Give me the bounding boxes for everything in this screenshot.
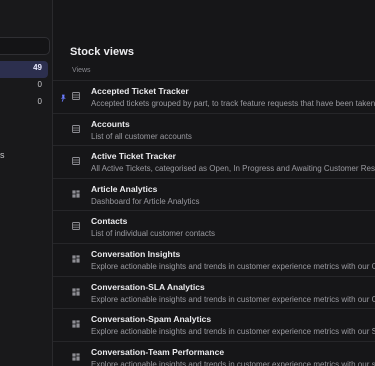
view-row[interactable]: Conversation-Team Performance Explore act… [53, 340, 375, 366]
view-row[interactable]: Conversation-Spam Analytics Explore actio… [53, 308, 375, 341]
view-row[interactable]: Active Ticket Tracker All Active Tickets,… [53, 145, 375, 178]
sidebar-item-active[interactable]: 49 [0, 61, 48, 78]
dashboard-icon [72, 283, 80, 296]
sidebar-item[interactable]: 0 [0, 95, 48, 112]
view-row[interactable]: Contacts List of individual customer cont… [53, 210, 375, 243]
view-row-description: Explore actionable insights and trends i… [91, 294, 375, 304]
sidebar-item[interactable]: 0 [0, 78, 48, 95]
sidebar-item-count: 49 [33, 63, 42, 72]
view-row-description: Dashboard for Article Analytics [91, 196, 200, 206]
table-icon [72, 120, 80, 133]
view-row-description: Explore actionable insights and trends i… [91, 327, 375, 337]
sidebar: 49 0 0 s [0, 0, 53, 366]
views-list: Accepted Ticket Tracker Accepted tickets … [53, 80, 375, 366]
dashboard-icon [72, 315, 80, 328]
view-row-title: Article Analytics [91, 183, 158, 194]
view-row[interactable]: Accounts List of all customer accounts [53, 112, 375, 146]
view-row-title: Conversation-SLA Analytics [91, 281, 205, 292]
app-root: 49 0 0 s Stock views Views Accepted Tick… [0, 0, 375, 366]
table-icon [72, 217, 80, 231]
view-row-title: Conversation Insights [91, 248, 181, 259]
view-row-title: Conversation-Team Performance [91, 346, 225, 357]
view-row-description: Explore actionable insights and trends i… [91, 359, 375, 366]
pin-icon[interactable] [59, 89, 67, 102]
view-row-title: Contacts [91, 216, 128, 227]
page-title: Stock views [70, 46, 135, 58]
section-label: Views [72, 67, 91, 74]
table-icon [72, 152, 80, 166]
view-row-title: Accepted Ticket Tracker [91, 86, 189, 96]
sidebar-item-label[interactable]: s [0, 150, 5, 160]
sidebar-item-count: 0 [37, 97, 42, 106]
dashboard-icon [72, 185, 80, 198]
view-row-title: Conversation-Spam Analytics [91, 314, 212, 325]
view-row-title: Accounts [91, 118, 130, 129]
dashboard-icon [72, 250, 80, 263]
view-row[interactable]: Conversation-SLA Analytics Explore action… [53, 275, 375, 309]
view-row[interactable]: Accepted Ticket Tracker Accepted tickets … [53, 80, 375, 113]
view-row[interactable]: Conversation Insights Explore actionable … [53, 242, 375, 276]
view-row[interactable]: Article Analytics Dashboard for Article A… [53, 177, 375, 211]
sidebar-search-input[interactable] [0, 37, 50, 55]
table-icon [72, 87, 80, 100]
view-row-description: Explore actionable insights and trends i… [91, 261, 375, 271]
view-row-description: Accepted tickets grouped by part, to tra… [91, 99, 375, 108]
view-row-description: All Active Tickets, categorised as Open,… [91, 164, 375, 174]
view-row-description: List of all customer accounts [91, 131, 192, 141]
main-panel: Stock views Views Accepted Ticket Tracke… [53, 0, 375, 366]
dashboard-icon [72, 348, 80, 361]
view-row-description: List of individual customer contacts [91, 229, 216, 239]
view-row-title: Active Ticket Tracker [91, 151, 176, 162]
sidebar-item-count: 0 [37, 80, 42, 89]
